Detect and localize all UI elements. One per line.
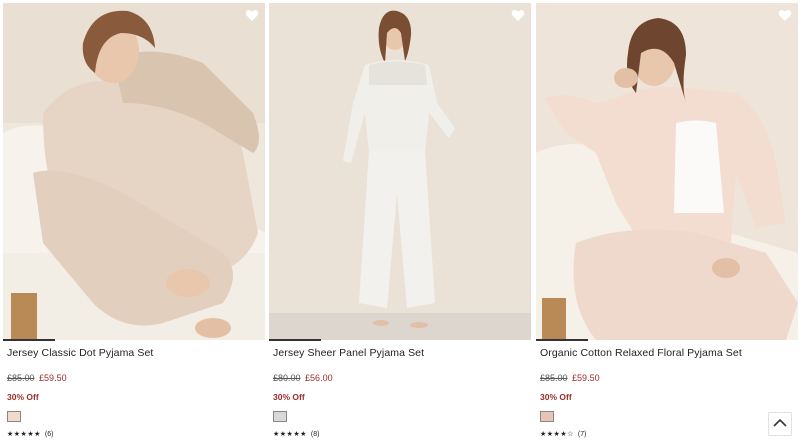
product-image[interactable] [269, 3, 531, 340]
product-name[interactable]: Jersey Classic Dot Pyjama Set [7, 347, 153, 359]
product-image[interactable] [536, 3, 798, 340]
product-card[interactable]: Organic Cotton Relaxed Floral Pyjama Set… [536, 0, 798, 440]
was-price: £85.00 [540, 373, 568, 383]
sale-price: £59.50 [572, 373, 600, 383]
heart-icon[interactable] [511, 9, 525, 22]
product-price: £85.00 £59.50 [540, 373, 600, 383]
image-indicator [3, 339, 55, 341]
product-image[interactable] [3, 3, 265, 340]
discount-label: 30% Off [7, 392, 39, 402]
heart-icon[interactable] [245, 9, 259, 22]
sale-price: £56.00 [305, 373, 333, 383]
discount-label: 30% Off [540, 392, 572, 402]
product-price: £80.00 £56.00 [273, 373, 333, 383]
image-indicator [536, 339, 588, 341]
product-name[interactable]: Organic Cotton Relaxed Floral Pyjama Set [540, 347, 742, 359]
was-price: £85.00 [7, 373, 35, 383]
review-count: (8) [310, 431, 320, 438]
discount-label: 30% Off [273, 392, 305, 402]
star-rating: ★★★★★ (8) [273, 430, 319, 438]
back-to-top-button[interactable] [768, 412, 792, 436]
star-rating: ★★★★★ (6) [7, 430, 53, 438]
review-count: (7) [577, 431, 587, 438]
heart-icon[interactable] [778, 9, 792, 22]
star-rating: ★★★★☆ (7) [540, 430, 586, 438]
review-count: (6) [44, 431, 54, 438]
product-card[interactable]: Jersey Classic Dot Pyjama Set £85.00 £59… [3, 0, 265, 440]
product-card[interactable]: Jersey Sheer Panel Pyjama Set £80.00 £56… [269, 0, 531, 440]
product-grid: Jersey Classic Dot Pyjama Set £85.00 £59… [0, 0, 800, 440]
stars: ★★★★★ [273, 431, 307, 438]
stars: ★★★★☆ [540, 431, 574, 438]
product-name[interactable]: Jersey Sheer Panel Pyjama Set [273, 347, 424, 359]
image-indicator [269, 339, 321, 341]
chevron-up-icon [773, 415, 787, 433]
sale-price: £59.50 [39, 373, 67, 383]
was-price: £80.00 [273, 373, 301, 383]
stars: ★★★★★ [7, 431, 41, 438]
colour-swatch[interactable] [540, 411, 554, 422]
product-price: £85.00 £59.50 [7, 373, 67, 383]
colour-swatch[interactable] [7, 411, 21, 422]
colour-swatch[interactable] [273, 411, 287, 422]
